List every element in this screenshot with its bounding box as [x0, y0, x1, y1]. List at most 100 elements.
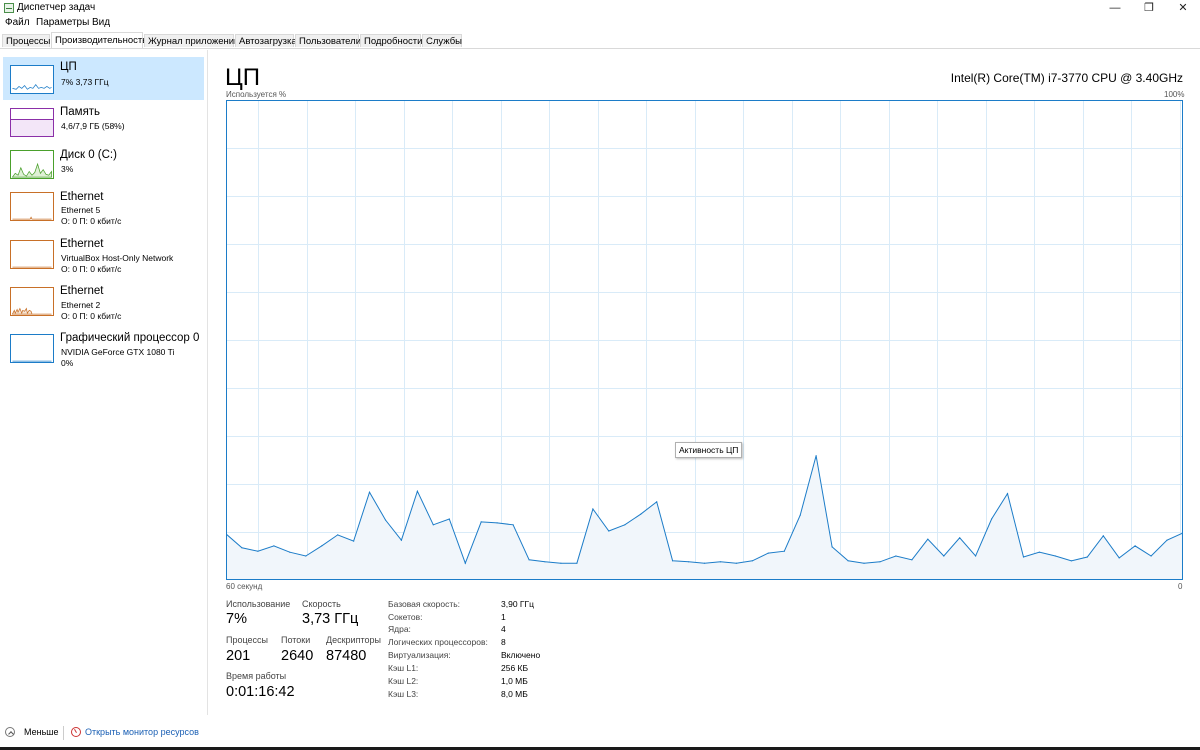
cpu-usage-point [432, 524, 434, 526]
cpu-usage-point [672, 560, 674, 562]
cpu-usage-point [305, 555, 307, 557]
sidebar-item-usage: 0% [61, 358, 74, 368]
cpu-usage-point [1118, 557, 1120, 559]
cpu-usage-point [1006, 493, 1009, 495]
sidebar-item-cpu[interactable]: ЦП 7% 3,73 ГГц [3, 57, 204, 100]
sidebar-item-ethernet-2[interactable]: Ethernet Ethernet 2 О: 0 П: 0 кбит/с [3, 280, 204, 327]
chevron-up-icon[interactable] [5, 727, 15, 737]
cpu-usage-point [560, 562, 562, 564]
menu-view[interactable]: Вид [92, 17, 110, 28]
spec-cores-value: 4 [501, 624, 506, 634]
sidebar-item-title: ЦП [60, 61, 77, 73]
footer-divider [63, 726, 64, 740]
uptime-value: 0:01:16:42 [226, 684, 295, 700]
sidebar-item-gpu[interactable]: Графический процессор 0 NVIDIA GeForce G… [3, 327, 204, 374]
cpu-usage-point [1022, 556, 1025, 558]
sidebar-item-throughput: О: 0 П: 0 кбит/с [61, 264, 122, 274]
menu-bar: Файл Параметры Вид [0, 16, 1200, 31]
cpu-thumbnail [10, 65, 54, 94]
uptime-label: Время работы [226, 671, 287, 681]
tab-app-history[interactable]: Журнал приложений [144, 34, 239, 47]
cpu-usage-point [544, 561, 546, 563]
sidebar-item-subtitle: 4,6/7,9 ГБ (58%) [61, 121, 125, 131]
minimize-button[interactable]: — [1098, 0, 1132, 16]
cpu-usage-point [1070, 560, 1072, 562]
spec-l3-cache-label: Кэш L3: [388, 689, 419, 699]
cpu-usage-point [337, 534, 339, 536]
cpu-usage-area [226, 455, 1183, 580]
spec-virtualization-label: Виртуализация: [388, 650, 451, 660]
tab-performance[interactable]: Производительность [51, 32, 147, 48]
restore-button[interactable]: ❐ [1132, 0, 1166, 16]
cpu-usage-point [321, 545, 323, 547]
y-axis-max-label: 100% [1164, 90, 1185, 99]
tab-details[interactable]: Подробности [360, 34, 422, 47]
cpu-usage-point [703, 562, 706, 564]
cpu-usage-point [943, 555, 945, 557]
cpu-usage-point [368, 491, 371, 493]
spec-l1-cache-value: 256 КБ [501, 663, 529, 673]
cpu-usage-point [927, 538, 929, 540]
cpu-usage-point [1054, 555, 1056, 557]
cpu-usage-point [448, 518, 450, 520]
sidebar-item-disk[interactable]: Диск 0 (C:) 3% [3, 143, 204, 186]
cpu-usage-point [959, 537, 961, 539]
resource-monitor-icon[interactable] [71, 727, 81, 737]
cpu-usage-point [257, 550, 259, 552]
handles-label: Дескрипторы [326, 635, 381, 645]
tab-bar: Процессы Производительность Журнал прило… [0, 32, 1200, 49]
cpu-usage-point [353, 540, 355, 542]
cpu-activity-tooltip: Активность ЦП [675, 442, 743, 458]
cpu-usage-point [656, 501, 658, 503]
tab-startup[interactable]: Автозагрузка [235, 34, 297, 47]
cpu-usage-point [879, 561, 881, 563]
spec-l2-cache-label: Кэш L2: [388, 676, 419, 686]
cpu-usage-point [400, 539, 402, 541]
speed-label: Скорость [302, 599, 341, 609]
spec-logical-processors-value: 8 [501, 637, 506, 647]
spec-sockets-value: 1 [501, 612, 506, 622]
menu-file[interactable]: Файл [5, 17, 30, 28]
spec-l3-cache-value: 8,0 МБ [501, 689, 528, 699]
ethernet-2-thumbnail [10, 287, 54, 316]
cpu-usage-point [1086, 556, 1088, 558]
cpu-usage-point [576, 562, 578, 564]
spec-base-speed-label: Базовая скорость: [388, 599, 461, 609]
cpu-usage-point [528, 559, 530, 561]
tab-processes[interactable]: Процессы [2, 34, 50, 47]
cpu-usage-point [592, 508, 594, 510]
sidebar-item-ethernet-5[interactable]: Ethernet Ethernet 5 О: 0 П: 0 кбит/с [3, 186, 204, 233]
spec-cores-label: Ядра: [388, 624, 411, 634]
sidebar-item-title: Память [60, 106, 101, 118]
open-resource-monitor-link[interactable]: Открыть монитор ресурсов [85, 727, 199, 737]
page-title: ЦП [225, 64, 261, 91]
cpu-usage-point [895, 555, 897, 557]
cpu-usage-point [624, 524, 626, 526]
memory-thumbnail [10, 108, 54, 137]
speed-value: 3,73 ГГц [302, 611, 359, 627]
spec-sockets-label: Сокетов: [388, 612, 423, 622]
x-axis-right-label: 0 [1178, 582, 1183, 591]
spec-l1-cache-label: Кэш L1: [388, 663, 419, 673]
sidebar-item-title: Ethernet [60, 238, 104, 250]
close-button[interactable]: ✕ [1166, 0, 1200, 16]
sidebar-item-title: Диск 0 (C:) [60, 149, 117, 161]
sidebar-item-memory[interactable]: Память 4,6/7,9 ГБ (58%) [3, 100, 204, 143]
tab-services[interactable]: Службы [422, 34, 462, 47]
spec-base-speed-value: 3,90 ГГц [501, 599, 534, 609]
sidebar-item-subtitle: NVIDIA GeForce GTX 1080 Ti [61, 347, 175, 357]
menu-options[interactable]: Параметры [36, 17, 89, 28]
sidebar-item-throughput: О: 0 П: 0 кбит/с [61, 311, 122, 321]
threads-label: Потоки [281, 635, 311, 645]
cpu-usage-point [991, 518, 993, 520]
disk-thumbnail [10, 150, 54, 179]
fewer-details-button[interactable]: Меньше [24, 727, 59, 737]
cpu-usage-point [799, 514, 801, 516]
cpu-usage-point [911, 559, 913, 561]
title-bar: Диспетчер задач — ❐ ✕ [0, 0, 1200, 16]
sidebar-item-subtitle: Ethernet 2 [61, 300, 101, 310]
tab-users[interactable]: Пользователи [295, 34, 361, 47]
cpu-usage-point [751, 560, 754, 562]
sidebar-item-ethernet-virtualbox[interactable]: Ethernet VirtualBox Host-Only Network О:… [3, 233, 204, 280]
cpu-usage-point [384, 519, 387, 521]
